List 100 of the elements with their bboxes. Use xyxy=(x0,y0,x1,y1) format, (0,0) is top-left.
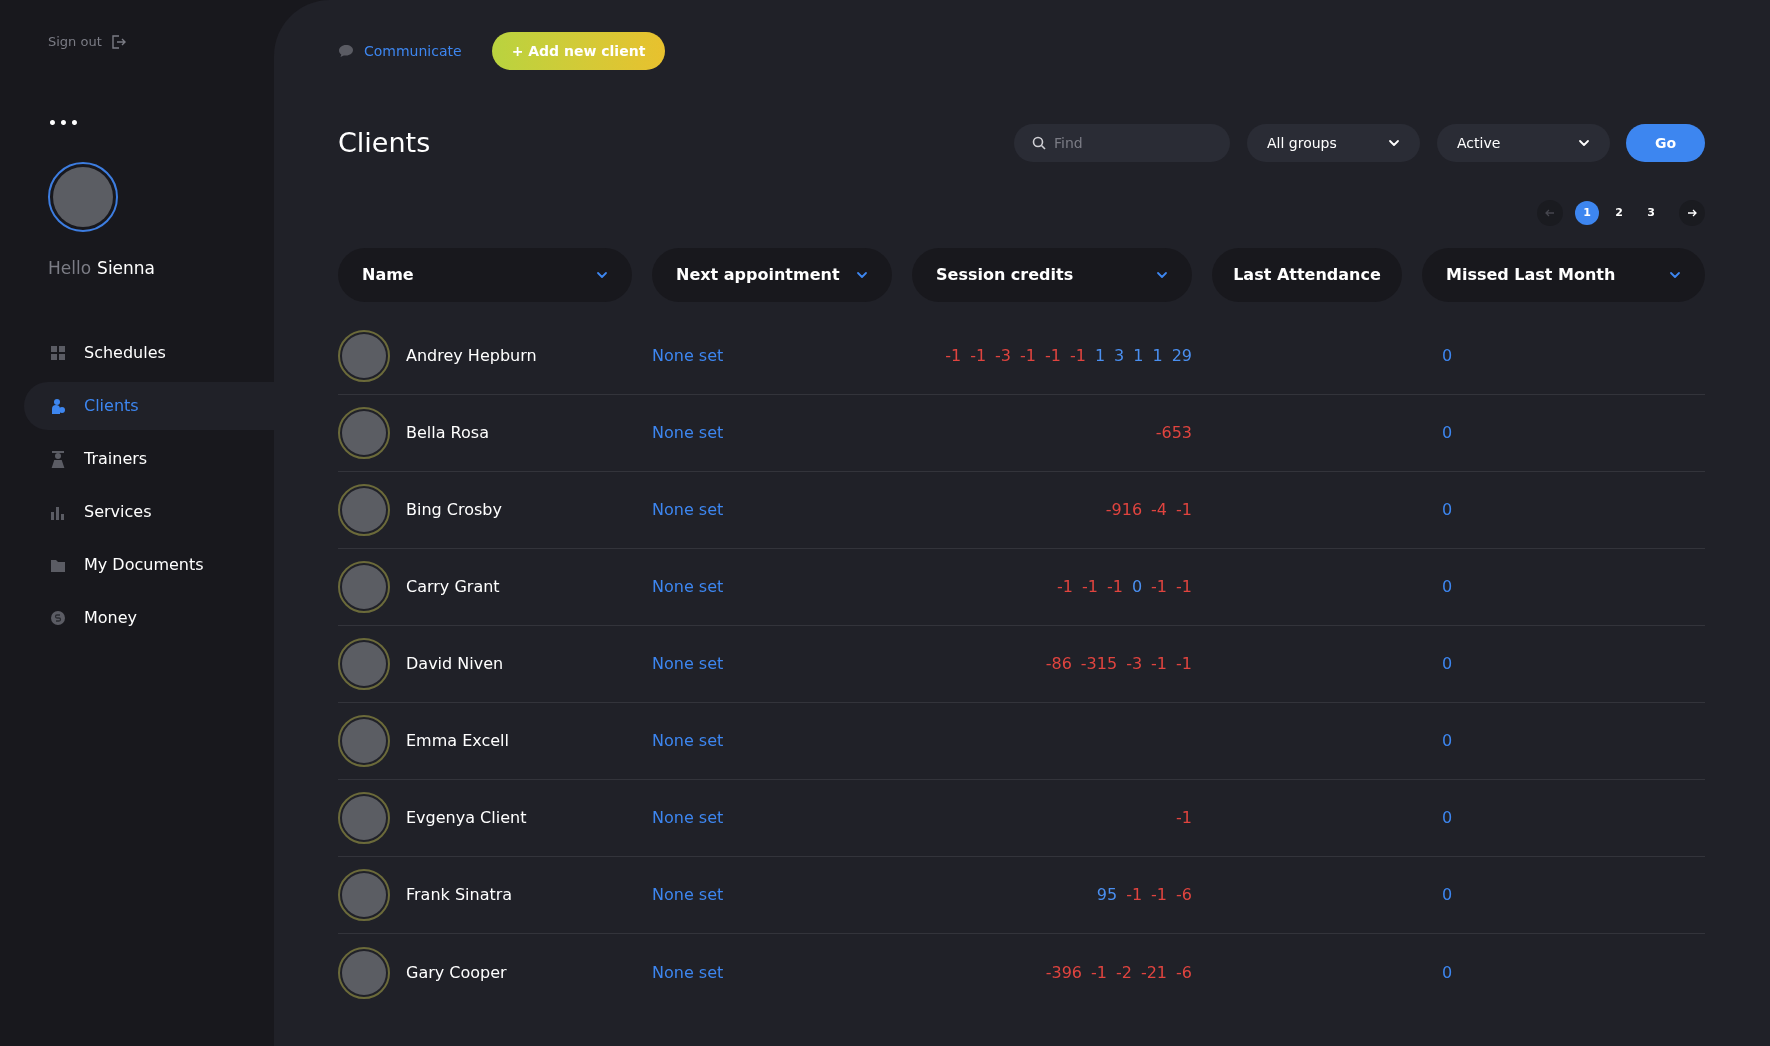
session-credit: -1 xyxy=(1091,961,1107,984)
session-credit: -21 xyxy=(1140,961,1168,984)
next-appointment[interactable]: None set xyxy=(652,806,892,830)
column-header[interactable]: Last Attendance xyxy=(1212,248,1402,302)
session-credit: -1 xyxy=(1176,653,1192,675)
column-header[interactable]: Session credits xyxy=(912,248,1192,302)
chevron-down-icon xyxy=(1388,137,1400,149)
session-credit: 95 xyxy=(1096,884,1118,906)
session-credit: -1 xyxy=(1126,884,1143,906)
session-credit: -1 xyxy=(1106,576,1123,598)
communicate-link[interactable]: Communicate xyxy=(338,40,462,62)
sidebar-item[interactable]: Money xyxy=(24,594,274,642)
go-button[interactable]: Go xyxy=(1626,124,1705,162)
next-page-button[interactable] xyxy=(1679,200,1705,226)
page-button[interactable]: 1 xyxy=(1575,201,1599,225)
sidebar-item[interactable]: Schedules xyxy=(24,329,274,377)
next-appointment[interactable]: None set xyxy=(652,575,892,599)
search-field[interactable]: Find xyxy=(1014,124,1230,162)
session-credit: -1 xyxy=(1176,499,1192,521)
client-name[interactable]: Carry Grant xyxy=(406,575,500,599)
trainer-icon xyxy=(50,450,66,468)
client-name[interactable]: Bella Rosa xyxy=(406,421,489,445)
column-header[interactable]: Missed Last Month xyxy=(1422,248,1705,302)
greeting-text: Hello xyxy=(48,256,92,280)
next-appointment[interactable]: None set xyxy=(652,729,892,753)
person-icon xyxy=(50,397,66,415)
session-credit: -1 xyxy=(1176,576,1192,598)
session-credit: 29 xyxy=(1171,345,1192,367)
sign-out-icon xyxy=(109,33,126,50)
next-appointment[interactable]: None set xyxy=(652,960,892,985)
status-dropdown[interactable]: Active xyxy=(1437,124,1610,162)
session-credit: -315 xyxy=(1080,653,1118,675)
client-name[interactable]: Bing Crosby xyxy=(406,498,502,522)
session-credit: -1 xyxy=(1045,345,1061,367)
chevron-down-icon xyxy=(856,269,868,281)
left-arrow-icon xyxy=(1545,209,1555,217)
missed-count: 0 xyxy=(1442,731,1453,750)
more-menu-button[interactable]: ••• xyxy=(48,115,81,130)
session-credit: -1 xyxy=(945,345,962,367)
missed-count: 0 xyxy=(1442,423,1453,442)
client-name[interactable]: Emma Excell xyxy=(406,729,509,753)
client-name[interactable]: David Niven xyxy=(406,652,504,676)
session-credit: -2 xyxy=(1115,961,1132,984)
missed-count: 0 xyxy=(1442,885,1453,904)
right-arrow-icon xyxy=(1687,209,1697,217)
next-appointment[interactable]: None set xyxy=(652,883,892,907)
session-credit: -3 xyxy=(1126,653,1143,675)
session-credit: 3 xyxy=(1114,345,1125,367)
next-appointment[interactable]: None set xyxy=(652,421,892,445)
missed-count: 0 xyxy=(1442,962,1453,982)
chevron-down-icon xyxy=(1669,269,1681,281)
sidebar-item[interactable]: Clients xyxy=(24,382,274,430)
chevron-down-icon xyxy=(1578,137,1590,149)
sidebar-item[interactable]: Services xyxy=(24,488,274,536)
missed-count: 0 xyxy=(1442,654,1453,673)
user-name: Sienna xyxy=(97,256,156,280)
session-credit: -4 xyxy=(1151,499,1168,521)
session-credit: 1 xyxy=(1152,345,1163,367)
sign-out-button[interactable]: Sign out xyxy=(48,32,126,52)
session-credit: -653 xyxy=(1155,422,1192,444)
missed-count: 0 xyxy=(1442,577,1453,596)
page-title: Clients xyxy=(338,125,432,160)
group-dropdown[interactable]: All groups xyxy=(1247,124,1420,162)
grid-icon xyxy=(50,344,66,362)
search-icon xyxy=(1032,136,1046,150)
column-header[interactable]: Name xyxy=(338,248,632,302)
session-credit: -1 xyxy=(970,345,987,367)
client-name[interactable]: Gary Cooper xyxy=(406,960,507,985)
session-credit: -6 xyxy=(1176,961,1192,984)
session-credit: 0 xyxy=(1131,576,1143,598)
session-credit: -916 xyxy=(1105,499,1143,521)
sidebar-item[interactable]: My Documents xyxy=(24,541,274,589)
next-appointment[interactable]: None set xyxy=(652,498,892,522)
client-name[interactable]: Andrey Hepburn xyxy=(406,344,537,368)
session-credit: -1 xyxy=(1151,576,1168,598)
next-appointment[interactable]: None set xyxy=(652,652,892,676)
session-credit: -1 xyxy=(1176,807,1192,829)
chat-bubble-icon xyxy=(338,44,354,58)
coin-icon xyxy=(50,609,66,627)
session-credit: -3 xyxy=(995,345,1012,367)
missed-count: 0 xyxy=(1442,808,1453,827)
chevron-down-icon xyxy=(1156,269,1168,281)
chevron-down-icon xyxy=(596,269,608,281)
session-credit: -1 xyxy=(1151,653,1168,675)
session-credit: -1 xyxy=(1020,345,1036,367)
session-credit: -86 xyxy=(1045,653,1072,675)
client-name[interactable]: Evgenya Client xyxy=(406,806,527,830)
session-credit: -6 xyxy=(1176,884,1192,906)
column-header[interactable]: Next appointment xyxy=(652,248,892,302)
missed-count: 0 xyxy=(1442,346,1453,365)
page-button[interactable]: 2 xyxy=(1607,201,1631,225)
session-credit: -1 xyxy=(1057,576,1073,598)
session-credit: 1 xyxy=(1094,345,1106,367)
client-name[interactable]: Frank Sinatra xyxy=(406,883,513,907)
session-credit: -396 xyxy=(1045,961,1082,984)
next-appointment[interactable]: None set xyxy=(652,344,892,368)
session-credit: -1 xyxy=(1082,576,1098,598)
sidebar-item[interactable]: Trainers xyxy=(24,435,274,483)
session-credit: -1 xyxy=(1069,345,1086,367)
page-button[interactable]: 3 xyxy=(1639,201,1663,225)
